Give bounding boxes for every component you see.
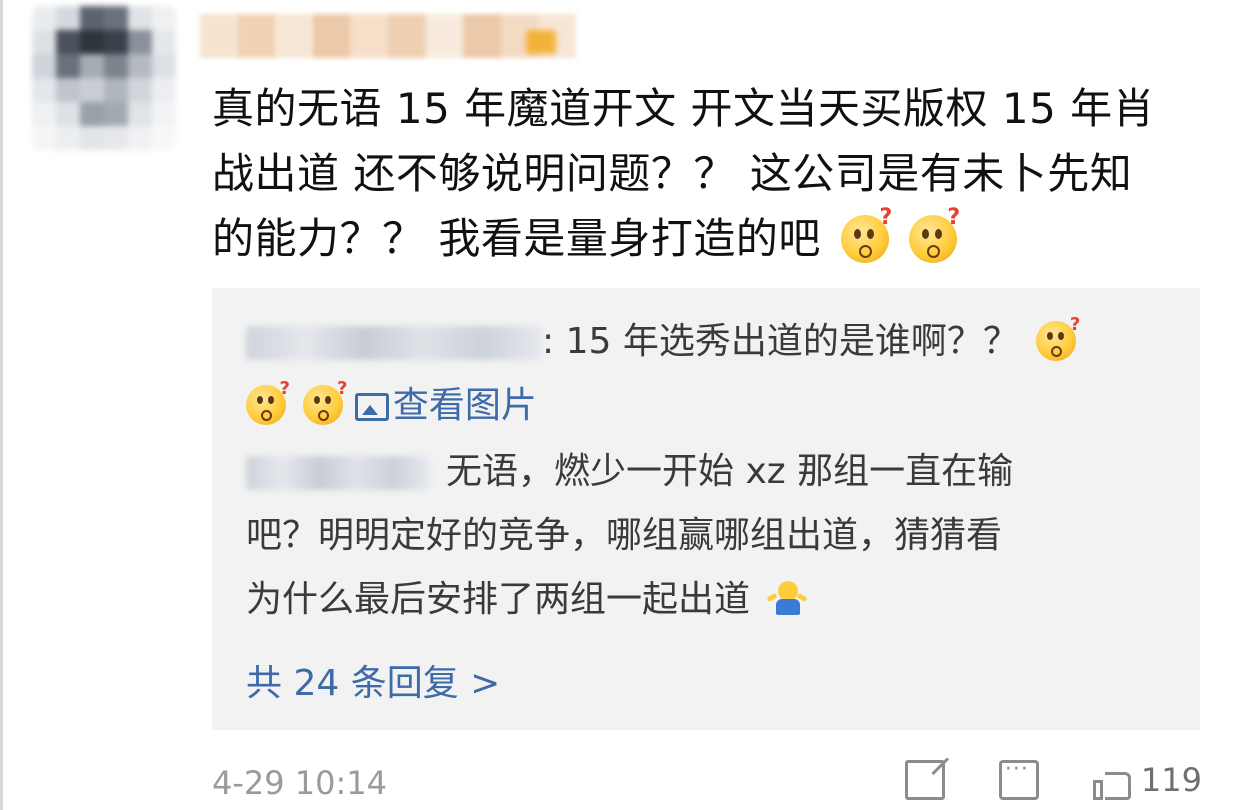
view-image-link[interactable]: 查看图片 <box>354 385 537 426</box>
comment-body: 真的无语 15 年魔道开文 开文当天买版权 15 年肖 战出道 还不够说明问题？… <box>212 76 1202 271</box>
reply-line: : 15 年选秀出道的是谁啊？？ ? <box>246 310 1166 374</box>
reply-item[interactable]: : 15 年选秀出道的是谁啊？？ ? ? ? 查看图片 <box>246 310 1166 438</box>
shrug-emoji-icon <box>766 581 809 617</box>
reply-item[interactable]: 无语，燃少一开始 xz 那组一直在输 吧？明明定好的竞争，哪组赢哪组出道，猜猜看… <box>246 440 1166 632</box>
timestamp: 4-29 10:14 <box>212 764 388 802</box>
reply-text: : 15 年选秀出道的是谁啊？？ <box>542 321 1019 362</box>
comment-line: 的能力？？ 我看是量身打造的吧 ? ? <box>212 206 1202 271</box>
left-border <box>0 0 3 810</box>
thinking-question-emoji-icon: ? <box>908 207 960 263</box>
like-button[interactable]: 119 <box>1092 760 1202 800</box>
image-icon <box>354 393 389 421</box>
comment-line-text: 的能力？？ 我看是量身打造的吧 <box>212 214 821 263</box>
view-image-label: 查看图片 <box>392 385 537 426</box>
reply-line: ? ? 查看图片 <box>246 374 1166 438</box>
more-replies-link[interactable]: 共 24 条回复 > <box>246 654 500 714</box>
reply-line: 吧？明明定好的竞争，哪组赢哪组出道，猜猜看 <box>246 515 1003 556</box>
reply-text: 为什么最后安排了两组一起出道 <box>246 579 751 620</box>
like-count: 119 <box>1140 761 1202 799</box>
vip-badge-icon <box>526 30 556 54</box>
comment-footer: 4-29 10:14 119 <box>212 757 1202 810</box>
thumbs-up-icon <box>1092 760 1133 800</box>
reply-author-name[interactable] <box>246 326 542 360</box>
reply-author-name[interactable] <box>246 456 430 490</box>
reply-line: 为什么最后安排了两组一起出道 <box>246 568 1166 632</box>
comment-line: 真的无语 15 年魔道开文 开文当天买版权 15 年肖 <box>212 84 1156 133</box>
action-bar: 119 <box>904 757 1202 800</box>
share-icon[interactable] <box>904 760 945 800</box>
reply-line: 无语，燃少一开始 xz 那组一直在输 <box>246 440 1166 504</box>
reply-text: 无语，燃少一开始 xz 那组一直在输 <box>446 451 1014 492</box>
comment-icon[interactable] <box>998 757 1039 800</box>
replies-panel: : 15 年选秀出道的是谁啊？？ ? ? ? 查看图片 无语，燃少一开始 xz … <box>212 288 1200 730</box>
comment-line: 战出道 还不够说明问题？？ 这公司是有未卜先知 <box>212 149 1133 198</box>
username[interactable] <box>200 14 576 58</box>
avatar[interactable] <box>32 6 176 150</box>
thinking-question-emoji-icon: ? <box>1036 314 1080 361</box>
thinking-question-emoji-icon: ? <box>303 378 347 425</box>
thinking-question-emoji-icon: ? <box>840 207 892 263</box>
thinking-question-emoji-icon: ? <box>246 378 290 425</box>
